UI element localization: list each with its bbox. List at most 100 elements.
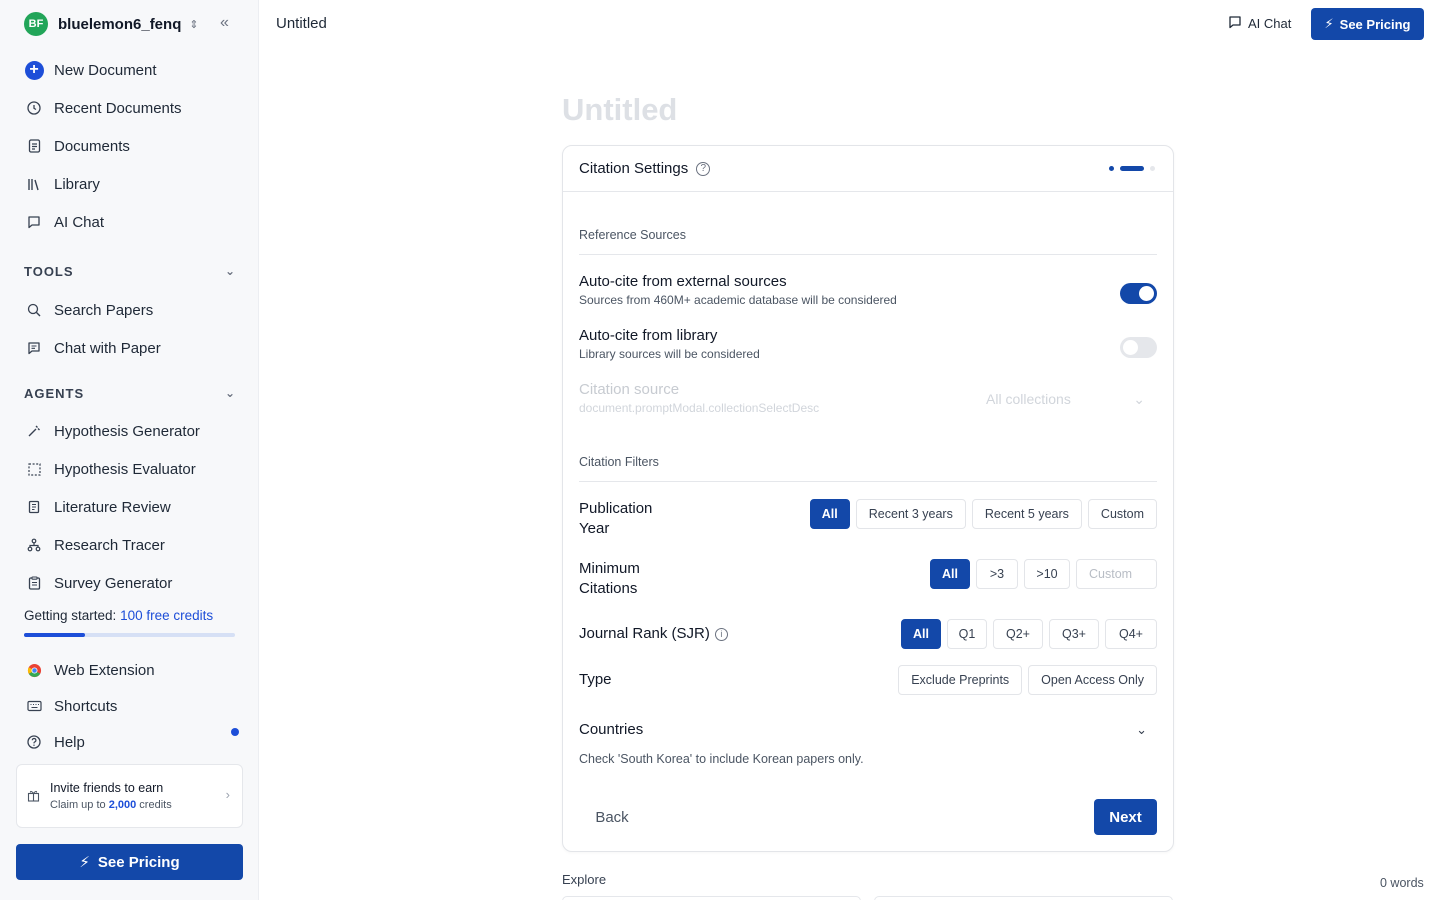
nav-library[interactable]: Library [24, 169, 244, 199]
citation-settings-panel: Citation Settings ? Reference Sources Au… [562, 145, 1174, 852]
citation-settings-title: Citation Settings [579, 160, 689, 177]
invite-suffix: credits [139, 799, 172, 811]
credits-progress-fill [24, 633, 86, 637]
tools-section-header[interactable]: TOOLS ⌄ [24, 261, 236, 281]
nav-search-papers[interactable]: Search Papers [24, 295, 244, 325]
step-current [1120, 166, 1144, 171]
nav-label: Library [54, 175, 100, 193]
nav-survey-generator[interactable]: Survey Generator [24, 568, 244, 598]
document-title-breadcrumb[interactable]: Untitled [276, 15, 327, 32]
citations-option-10[interactable]: >10 [1024, 559, 1070, 589]
nav-help[interactable]: Help [24, 727, 244, 757]
countries-dropdown[interactable]: Countries ⌄ [579, 721, 1157, 738]
nav-documents[interactable]: Documents [24, 131, 244, 161]
clipboard-icon [24, 573, 44, 593]
back-button[interactable]: Back [579, 799, 645, 835]
explore-card[interactable] [874, 896, 1173, 900]
library-icon [24, 174, 44, 194]
chevron-down-icon: ⌄ [224, 264, 236, 278]
nav-literature-review[interactable]: Literature Review [24, 492, 244, 522]
nav-hypothesis-evaluator[interactable]: Hypothesis Evaluator [24, 454, 244, 484]
publication-year-row: Publication Year All Recent 3 years Rece… [579, 499, 1157, 539]
collapse-sidebar-icon[interactable]: « [220, 14, 238, 32]
nav-label: Web Extension [54, 661, 155, 679]
next-button[interactable]: Next [1094, 799, 1157, 835]
external-sources-desc: Sources from 460M+ academic database wil… [579, 293, 897, 307]
sidebar-see-pricing-button[interactable]: ⚡︎ See Pricing [16, 844, 243, 880]
external-sources-toggle[interactable] [1120, 283, 1157, 304]
credits-progress-bar [24, 633, 235, 637]
library-desc: Library sources will be considered [579, 347, 760, 361]
free-credits-link[interactable]: 100 free credits [120, 608, 213, 623]
nav-recent-documents[interactable]: Recent Documents [24, 93, 244, 123]
word-count: 0 words [1380, 876, 1424, 890]
year-option-recent-3[interactable]: Recent 3 years [855, 499, 966, 529]
nav-hypothesis-generator[interactable]: Hypothesis Generator [24, 416, 244, 446]
rank-option-q1[interactable]: Q1 [947, 619, 987, 649]
nav-label: Help [54, 733, 85, 751]
tools-heading: TOOLS [24, 263, 74, 279]
year-option-recent-5[interactable]: Recent 5 years [971, 499, 1082, 529]
chevron-updown-icon: ⇕ [189, 18, 199, 31]
nav-label: Hypothesis Evaluator [54, 460, 196, 478]
scroll-icon [24, 497, 44, 517]
info-icon[interactable]: i [714, 627, 728, 641]
nav-web-extension[interactable]: Web Extension [24, 655, 244, 685]
panel-header: Citation Settings ? [563, 146, 1173, 192]
nav-label: New Document [54, 61, 157, 79]
ai-chat-label: AI Chat [1248, 16, 1292, 31]
username: bluelemon6_fenq [58, 15, 182, 33]
document-title-input[interactable]: Untitled [562, 92, 677, 128]
nav-ai-chat[interactable]: AI Chat [24, 207, 244, 237]
nav-label: Research Tracer [54, 536, 165, 554]
chat-icon [1228, 15, 1242, 32]
explore-heading: Explore [562, 872, 607, 887]
invite-amount: 2,000 [108, 799, 137, 811]
help-circle-icon[interactable]: ? [696, 161, 711, 176]
workspace-switcher[interactable]: BF bluelemon6_fenq ⇕ [24, 12, 244, 36]
nav-new-document[interactable]: + New Document [24, 55, 244, 85]
citations-option-all[interactable]: All [930, 559, 970, 589]
keyboard-icon [24, 696, 44, 716]
minimum-citations-row: Minimum Citations All >3 >10 Custom [579, 559, 1157, 599]
library-toggle[interactable] [1120, 337, 1157, 358]
nav-label: Literature Review [54, 498, 171, 516]
type-option-open-access[interactable]: Open Access Only [1028, 665, 1157, 695]
chevron-right-icon: › [225, 787, 230, 802]
explore-card[interactable] [562, 896, 861, 900]
nav-research-tracer[interactable]: Research Tracer [24, 530, 244, 560]
notification-dot [231, 728, 239, 736]
collection-select[interactable]: All collections ⌄ [970, 387, 1157, 411]
credits-status: Getting started: 100 free credits [24, 608, 213, 623]
minimum-citations-options: All >3 >10 Custom [930, 559, 1157, 589]
external-sources-label: Auto-cite from external sources [579, 273, 787, 290]
citations-option-3[interactable]: >3 [976, 559, 1018, 589]
chevron-down-icon: ⌄ [224, 386, 236, 400]
help-circle-icon [24, 732, 44, 752]
rank-option-q4[interactable]: Q4+ [1105, 619, 1157, 649]
agents-section-header[interactable]: AGENTS ⌄ [24, 383, 236, 403]
step-indicator [1109, 166, 1155, 171]
rank-option-q3[interactable]: Q3+ [1049, 619, 1099, 649]
top-see-pricing-button[interactable]: ⚡︎ See Pricing [1311, 8, 1424, 40]
invite-friends-card[interactable]: Invite friends to earn Claim up to 2,000… [16, 764, 243, 828]
nav-chat-with-paper[interactable]: Chat with Paper [24, 333, 244, 363]
nav-label: Search Papers [54, 301, 154, 319]
clock-icon [24, 98, 44, 118]
journal-rank-options: All Q1 Q2+ Q3+ Q4+ [901, 619, 1157, 649]
nav-label: Shortcuts [54, 697, 118, 715]
library-label: Auto-cite from library [579, 327, 718, 344]
lightning-icon: ⚡︎ [79, 854, 90, 871]
citations-custom-input[interactable]: Custom [1076, 559, 1157, 589]
network-icon [24, 535, 44, 555]
nav-shortcuts[interactable]: Shortcuts [24, 691, 244, 721]
year-option-all[interactable]: All [809, 499, 850, 529]
rank-option-all[interactable]: All [901, 619, 941, 649]
rank-option-q2[interactable]: Q2+ [993, 619, 1043, 649]
top-ai-chat-button[interactable]: AI Chat [1228, 15, 1291, 32]
publication-year-options: All Recent 3 years Recent 5 years Custom [809, 499, 1157, 529]
year-option-custom[interactable]: Custom [1087, 499, 1157, 529]
type-option-exclude-preprints[interactable]: Exclude Preprints [898, 665, 1023, 695]
credits-prefix: Getting started: [24, 608, 117, 623]
citation-filters-heading: Citation Filters [579, 455, 1157, 482]
